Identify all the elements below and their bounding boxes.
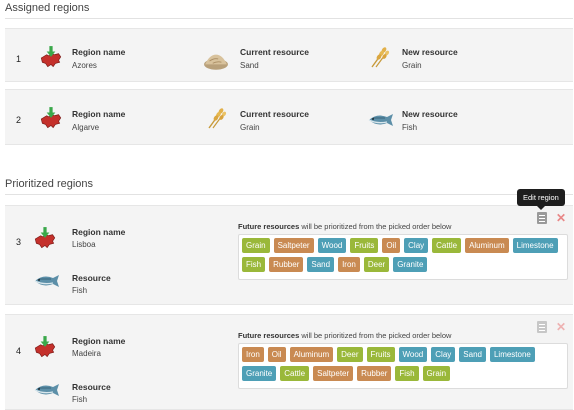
row-number: 2 [16,115,22,125]
resource-tag[interactable]: Oil [267,347,286,362]
resource-label: Resource [72,382,111,392]
wheat-icon [368,44,392,70]
resource-tag[interactable]: Aluminum [289,347,334,362]
fish-icon [32,382,62,398]
resource-tag[interactable]: Rubber [269,257,304,272]
resource-tag[interactable]: Saltpeter [313,366,354,381]
region-map-icon [38,45,64,71]
resource-tag[interactable]: Fruits [366,347,395,362]
future-resources-note: Future resources will be prioritized fro… [238,331,452,340]
resource-label: Resource [72,273,111,283]
resource-tag[interactable]: Limestone [489,347,535,362]
region-name-value: Madeira [72,349,101,358]
assigned-regions-title: Assigned regions [5,2,90,14]
prioritized-regions-title: Prioritized regions [5,178,94,190]
resource-tag[interactable]: Oil [382,238,401,253]
region-name-value: Algarve [72,123,100,132]
delete-icon[interactable]: ✕ [556,321,566,333]
row-number: 1 [16,54,22,64]
resource-tags: Grain Saltpeter Wood Fruits Oil Clay Cattle Alu… [242,238,566,272]
resource-tag[interactable]: Iron [338,257,360,272]
prioritized-divider [5,194,573,195]
edit-icon[interactable] [537,212,547,224]
resource-tag[interactable]: Granite [242,366,277,381]
wheat-icon [205,105,229,131]
delete-icon[interactable]: ✕ [556,212,566,224]
new-resource-label: New resource [402,47,458,57]
resource-tag[interactable]: Cattle [432,238,462,253]
sand-pile-icon [203,47,229,73]
resource-tag[interactable]: Fish [395,366,419,381]
resource-tag[interactable]: Grain [422,366,451,381]
edit-region-tooltip: Edit region [517,189,565,210]
edit-icon[interactable] [537,321,547,333]
resource-tags: Iron Oil Aluminum Deer Fruits Wood Clay Sand Lim… [242,347,566,381]
new-resource-label: New resource [402,109,458,119]
new-resource-value: Grain [402,61,422,70]
resource-tag[interactable]: Deer [337,347,363,362]
resource-tag[interactable]: Clay [431,347,456,362]
fish-icon [366,112,396,128]
assigned-divider [5,18,573,19]
resource-tag[interactable]: Clay [404,238,429,253]
current-resource-label: Current resource [240,47,309,57]
current-resource-value: Sand [240,61,259,70]
resource-tag[interactable]: Cattle [280,366,310,381]
region-map-icon [32,226,58,252]
resource-tag[interactable]: Saltpeter [273,238,314,253]
region-name-label: Region name [72,47,126,57]
region-name-value: Lisboa [72,240,96,249]
region-map-icon [32,335,58,361]
current-resource-label: Current resource [240,109,309,119]
resource-tag[interactable]: Fruits [350,238,379,253]
assigned-region-row-2: 2 Region name Algarve Current resource G… [5,89,573,145]
resource-tag[interactable]: Sand [459,347,486,362]
row-number: 3 [16,237,22,247]
new-resource-value: Fish [402,123,418,132]
resource-tag[interactable]: Wood [317,238,347,253]
resource-tag[interactable]: Fish [242,257,266,272]
future-resources-note: Future resources will be prioritized fro… [238,222,452,231]
resource-tag[interactable]: Aluminum [465,238,509,253]
resource-tag[interactable]: Iron [242,347,264,362]
resource-tag[interactable]: Deer [363,257,390,272]
region-name-label: Region name [72,227,126,237]
resource-tag[interactable]: Grain [242,238,270,253]
prioritized-region-row-3: 3 Region name Lisboa Resource Fish Futur… [5,189,573,305]
resource-tag[interactable]: Granite [393,257,428,272]
region-map-icon [38,106,64,132]
resource-value: Fish [72,395,88,404]
resource-tag[interactable]: Rubber [357,366,392,381]
resource-value: Fish [72,286,88,295]
fish-icon [32,273,62,289]
region-name-value: Azores [72,61,97,70]
assigned-region-row-1: 1 Region name Azores Current resource Sa… [5,28,573,82]
resource-tag[interactable]: Wood [398,347,428,362]
row-number: 4 [16,346,22,356]
resource-tag[interactable]: Limestone [512,238,558,253]
prioritized-region-row-4: 4 Region name Madeira Resource Fish Futu… [5,314,573,410]
region-name-label: Region name [72,336,126,346]
current-resource-value: Grain [240,123,260,132]
resource-tag[interactable]: Sand [307,257,335,272]
region-name-label: Region name [72,109,126,119]
